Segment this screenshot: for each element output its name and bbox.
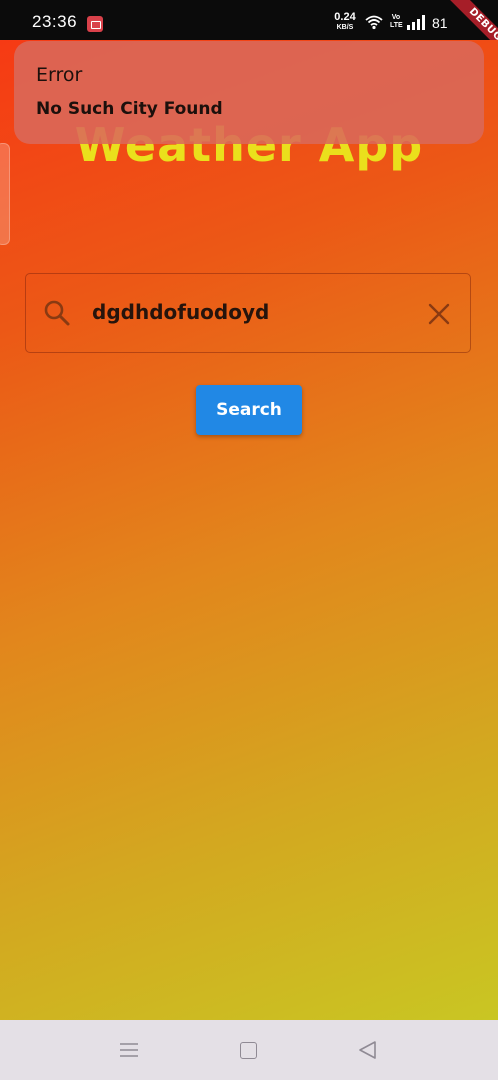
home-square-icon[interactable] — [240, 1042, 257, 1059]
wifi-icon — [365, 15, 383, 30]
network-speed: 0.24 KB/S — [332, 11, 358, 32]
snackbar-message: No Such City Found — [36, 99, 223, 119]
app-body: Weather App dgdhdofuodoyd Search — [0, 40, 498, 1020]
search-icon — [44, 300, 70, 326]
volte-bottom: LTE — [390, 22, 403, 29]
volte-top: Vo — [391, 14, 401, 21]
status-time: 23:36 — [32, 12, 78, 31]
status-bar: 23:36 0.24 KB/S Vo LTE 81 — [0, 0, 498, 40]
snackbar-title: Error — [36, 64, 83, 86]
back-triangle-icon[interactable] — [357, 1040, 377, 1060]
navigation-bar — [0, 1020, 498, 1080]
volte-icon: Vo LTE — [390, 14, 403, 30]
search-button[interactable]: Search — [196, 385, 302, 435]
signal-icon — [407, 15, 425, 30]
close-icon[interactable] — [428, 303, 450, 325]
menu-icon[interactable] — [119, 1042, 139, 1058]
search-input[interactable]: dgdhdofuodoyd — [92, 300, 269, 324]
network-speed-value: 0.24 — [334, 11, 356, 23]
error-snackbar: Error No Such City Found — [14, 41, 484, 144]
screen-record-icon — [87, 16, 103, 32]
network-speed-unit: KB/S — [336, 24, 354, 31]
city-search-field[interactable]: dgdhdofuodoyd — [25, 273, 471, 353]
